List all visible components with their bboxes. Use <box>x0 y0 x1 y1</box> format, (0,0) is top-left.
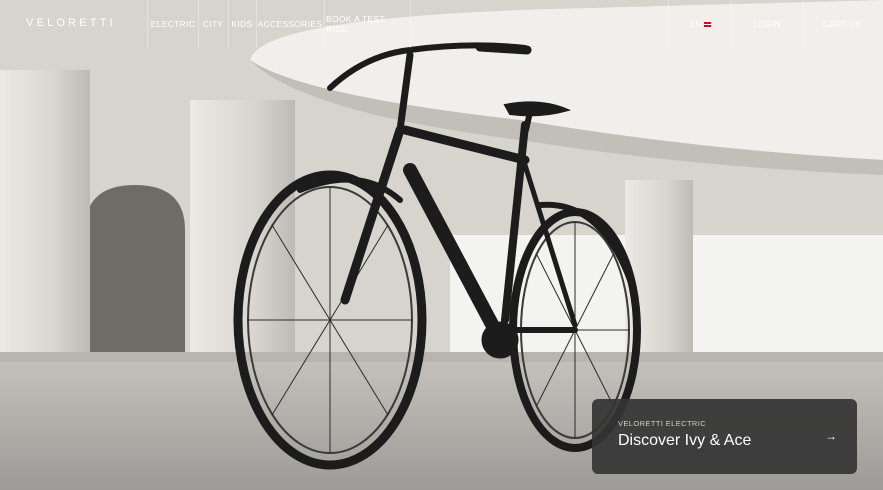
nav-item-electric[interactable]: ELECTRIC <box>150 0 196 48</box>
language-label: EN <box>689 19 702 29</box>
login-link[interactable]: LOGIN <box>733 0 801 48</box>
nav-item-kids[interactable]: KIDS <box>230 0 254 48</box>
discover-ivy-ace-card[interactable]: VELORETTI ELECTRIC Discover Ivy & Ace → <box>592 399 857 474</box>
brand-logo[interactable]: VELORETTI <box>26 17 116 29</box>
nav-divider <box>228 0 229 48</box>
uk-flag-icon <box>703 21 711 27</box>
cta-title: Discover Ivy & Ace <box>618 432 752 449</box>
nav-divider <box>668 0 669 48</box>
nav-item-book-test-ride[interactable]: BOOK A TEST RIDE <box>326 0 408 48</box>
arrow-right-icon[interactable]: → <box>825 429 837 443</box>
nav-divider <box>147 0 148 48</box>
cart-link[interactable]: CART (0) <box>804 0 880 48</box>
language-selector[interactable]: EN <box>670 0 730 48</box>
nav-item-accessories[interactable]: ACCESSORIES <box>258 0 322 48</box>
top-navigation-bar: VELORETTI ELECTRIC CITY KIDS ACCESSORIES… <box>0 0 883 48</box>
nav-divider <box>198 0 199 48</box>
nav-item-city[interactable]: CITY <box>200 0 226 48</box>
nav-divider <box>731 0 732 48</box>
nav-divider <box>410 0 411 48</box>
cta-kicker: VELORETTI ELECTRIC <box>618 419 707 428</box>
nav-divider <box>802 0 803 48</box>
nav-divider <box>324 0 325 48</box>
